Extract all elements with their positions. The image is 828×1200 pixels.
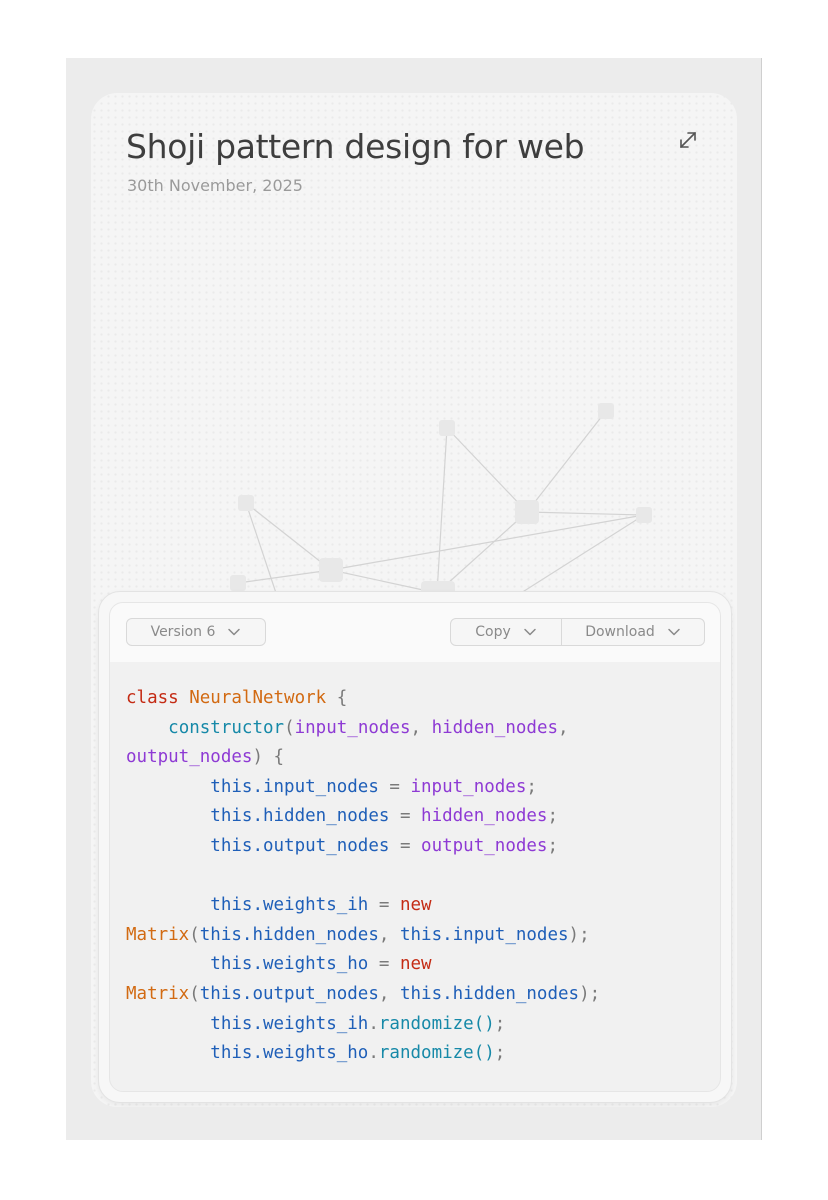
- code-toolbar: Version 6 Copy Download: [110, 603, 720, 662]
- code-line: class NeuralNetwork {: [126, 684, 706, 714]
- code-line: this.input_nodes = input_nodes;: [126, 773, 706, 803]
- code-token: ) {: [252, 747, 285, 768]
- code-token: );: [579, 983, 601, 1004]
- code-line: Matrix(this.hidden_nodes, this.input_nod…: [126, 921, 706, 951]
- code-line: Matrix(this.output_nodes, this.hidden_no…: [126, 980, 706, 1010]
- code-token: ;: [547, 835, 559, 856]
- code-token: input_nodes: [294, 717, 411, 738]
- code-token: .: [368, 1013, 379, 1034]
- code-token: =: [368, 895, 400, 916]
- artifact-card: Shoji pattern design for web 30th Novemb…: [91, 93, 737, 1107]
- code-token: this.weights_ho: [210, 954, 369, 975]
- code-token: this.input_nodes: [399, 924, 569, 945]
- graph-node: [319, 558, 343, 582]
- network-graph-illustration: [230, 403, 652, 605]
- code-token: NeuralNetwork: [189, 688, 327, 708]
- code-token: this.output_nodes: [210, 835, 390, 856]
- code-line: this.weights_ih = new: [126, 891, 706, 921]
- code-token: ,: [378, 924, 400, 945]
- code-token: );: [568, 924, 590, 945]
- chevron-down-icon: [668, 628, 680, 636]
- graph-node: [238, 495, 254, 511]
- code-token: =: [389, 835, 422, 856]
- copy-button[interactable]: Copy: [450, 618, 562, 646]
- code-token: =: [368, 954, 400, 975]
- code-token: ,: [410, 717, 432, 738]
- code-line: output_nodes) {: [126, 743, 706, 773]
- chevron-down-icon: [228, 628, 241, 636]
- chevron-down-icon: [524, 628, 536, 636]
- version-label: Version 6: [150, 624, 216, 640]
- code-token: {: [326, 688, 348, 708]
- code-token: this.output_nodes: [199, 983, 379, 1004]
- code-line: this.weights_ho.randomize();: [126, 1039, 706, 1069]
- code-token: new: [399, 954, 432, 975]
- code-token: new: [399, 895, 432, 916]
- code-token: ;: [494, 1043, 506, 1064]
- graph-node: [439, 420, 455, 436]
- code-token: this.hidden_nodes: [399, 983, 580, 1004]
- code-token: ;: [526, 776, 537, 797]
- code-token: (: [189, 983, 200, 1004]
- code-token: Matrix: [126, 983, 190, 1004]
- code-token: ,: [378, 983, 400, 1004]
- graph-node: [598, 403, 614, 419]
- download-label: Download: [585, 624, 655, 640]
- code-token: randomize(): [378, 1043, 495, 1064]
- code-line: constructor(input_nodes, hidden_nodes,: [126, 714, 706, 744]
- code-token: class: [126, 688, 179, 708]
- code-token: output_nodes: [126, 747, 253, 768]
- code-token: this.weights_ih: [210, 895, 369, 916]
- frame-divider: [761, 58, 762, 1140]
- code-token: ;: [547, 806, 559, 827]
- copy-label: Copy: [475, 624, 511, 640]
- code-token: Matrix: [126, 924, 190, 945]
- download-button[interactable]: Download: [561, 618, 705, 646]
- code-token: constructor: [168, 717, 285, 738]
- code-token: ;: [494, 1013, 506, 1034]
- code-line: this.weights_ho = new: [126, 950, 706, 980]
- code-token: .: [368, 1043, 379, 1064]
- code-token: =: [378, 776, 411, 797]
- code-token: hidden_nodes: [431, 717, 559, 738]
- code-line: this.output_nodes = output_nodes;: [126, 832, 706, 862]
- code-viewer: Version 6 Copy Download class NeuralNetw…: [109, 602, 721, 1092]
- code-token: ,: [558, 717, 569, 738]
- graph-node: [636, 507, 652, 523]
- code-line: this.weights_ih.randomize();: [126, 1010, 706, 1040]
- code-token: this.weights_ih: [210, 1013, 369, 1034]
- code-token: (: [284, 717, 295, 738]
- code-token: input_nodes: [410, 776, 527, 797]
- code-token: this.hidden_nodes: [199, 924, 379, 945]
- code-token: =: [389, 806, 422, 827]
- graph-node: [230, 575, 246, 591]
- code-token: this.weights_ho: [210, 1043, 369, 1064]
- code-token: output_nodes: [421, 835, 548, 856]
- code-token: this.input_nodes: [210, 776, 379, 797]
- code-line: this.hidden_nodes = hidden_nodes;: [126, 802, 706, 832]
- code-token: (: [189, 924, 200, 945]
- code-token: hidden_nodes: [421, 806, 548, 827]
- graph-node: [515, 500, 539, 524]
- code-token: randomize(): [378, 1013, 495, 1034]
- code-panel: Version 6 Copy Download class NeuralNetw…: [98, 591, 732, 1103]
- code-block: class NeuralNetwork { constructor(input_…: [126, 684, 706, 1069]
- code-token: this.hidden_nodes: [210, 806, 390, 827]
- version-dropdown[interactable]: Version 6: [126, 618, 266, 646]
